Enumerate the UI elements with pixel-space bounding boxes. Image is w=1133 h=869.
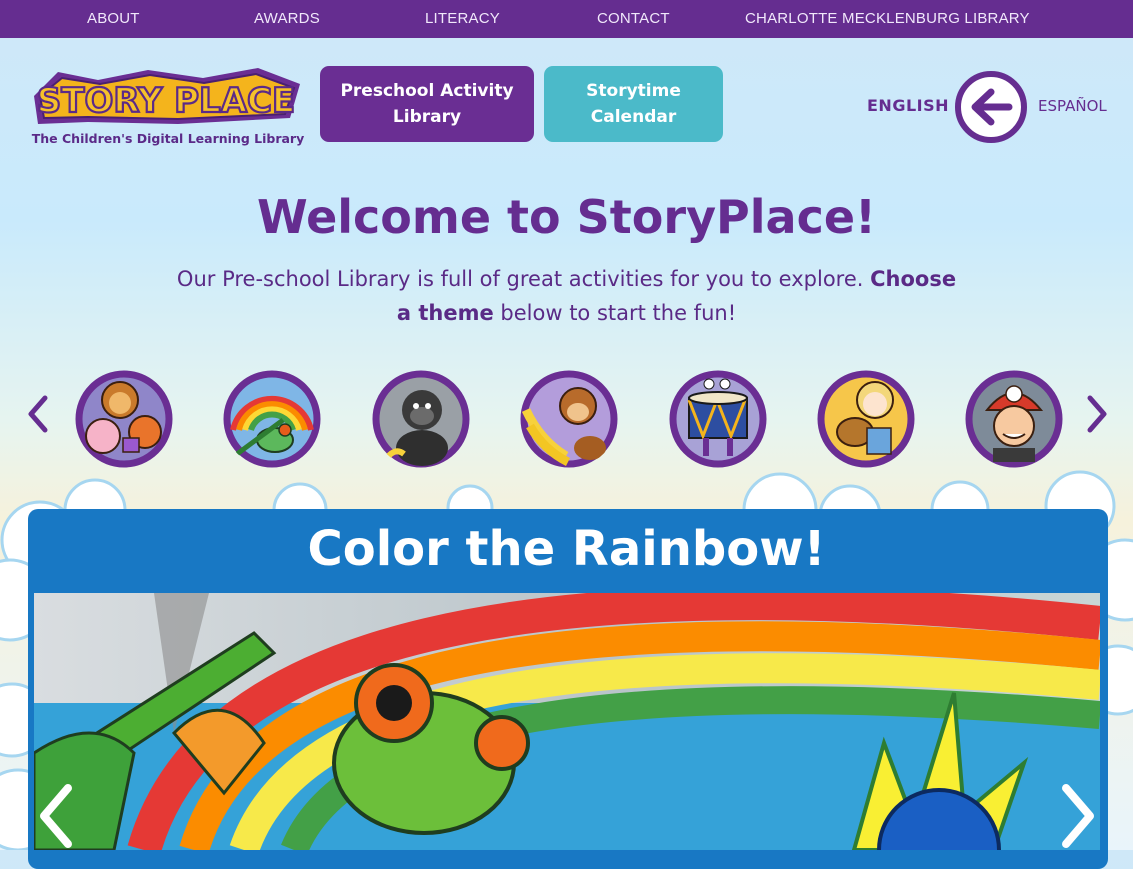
preschool-activity-library-button[interactable]: Preschool Activity Library [320, 66, 534, 142]
theme-gorilla[interactable] [372, 370, 470, 468]
nav-contact-link[interactable]: CONTACT [597, 0, 670, 38]
preschool-label-line2: Library [392, 107, 462, 127]
rainbow-frog-icon [223, 370, 321, 468]
nav-library-link[interactable]: CHARLOTTE MECKLENBURG LIBRARY [745, 0, 1030, 38]
logo-tagline: The Children's Digital Learning Library [32, 131, 304, 146]
storytime-button-label: Storytime Calendar [586, 78, 681, 130]
language-toggle-arrow-icon[interactable] [953, 70, 1029, 144]
top-navigation: ABOUT AWARDS LITERACY CONTACT CHARLOTTE … [0, 0, 1133, 38]
theme-monkey-bananas[interactable] [520, 370, 618, 468]
animal-friends-icon [75, 370, 173, 468]
themes-next-arrow-icon[interactable] [1084, 394, 1110, 434]
drum-icon [669, 370, 767, 468]
girl-with-dog-icon [817, 370, 915, 468]
firefighter-icon [965, 370, 1063, 468]
intro-text-part1: Our Pre-school Library is full of great … [176, 267, 871, 291]
theme-rainbow-frog[interactable] [223, 370, 321, 468]
spanish-language-link[interactable]: ESPAÑOL [1038, 97, 1107, 115]
nav-literacy-link[interactable]: LITERACY [425, 0, 500, 38]
intro-text: Our Pre-school Library is full of great … [170, 262, 963, 330]
preschool-label-line1: Preschool Activity [340, 81, 514, 101]
logo-graphic: STORY PLACE The Children's Digital Learn… [32, 68, 304, 146]
english-language-link[interactable]: ENGLISH [867, 96, 949, 115]
welcome-heading: Welcome to StoryPlace! [256, 190, 877, 244]
theme-firefighter[interactable] [965, 370, 1063, 468]
nav-about-link[interactable]: ABOUT [87, 0, 140, 38]
theme-girl-with-dog[interactable] [817, 370, 915, 468]
feature-prev-arrow-icon[interactable] [34, 782, 78, 850]
nav-awards-link[interactable]: AWARDS [254, 0, 320, 38]
storytime-label-line2: Calendar [590, 107, 677, 127]
monkey-bananas-icon [520, 370, 618, 468]
storyplace-logo[interactable]: STORY PLACE The Children's Digital Learn… [28, 66, 304, 148]
gorilla-icon [372, 370, 470, 468]
feature-next-arrow-icon[interactable] [1056, 782, 1100, 850]
featured-theme-title: Color the Rainbow! [307, 521, 826, 577]
logo-wordmark: STORY PLACE [37, 81, 295, 121]
storytime-calendar-button[interactable]: Storytime Calendar [544, 66, 723, 142]
featured-theme-image[interactable] [34, 593, 1100, 850]
themes-prev-arrow-icon[interactable] [25, 394, 51, 434]
intro-text-part2: below to start the fun! [493, 301, 737, 325]
preschool-button-label: Preschool Activity Library [340, 78, 513, 130]
theme-drum[interactable] [669, 370, 767, 468]
theme-animal-friends[interactable] [75, 370, 173, 468]
storytime-label-line1: Storytime [586, 81, 681, 101]
